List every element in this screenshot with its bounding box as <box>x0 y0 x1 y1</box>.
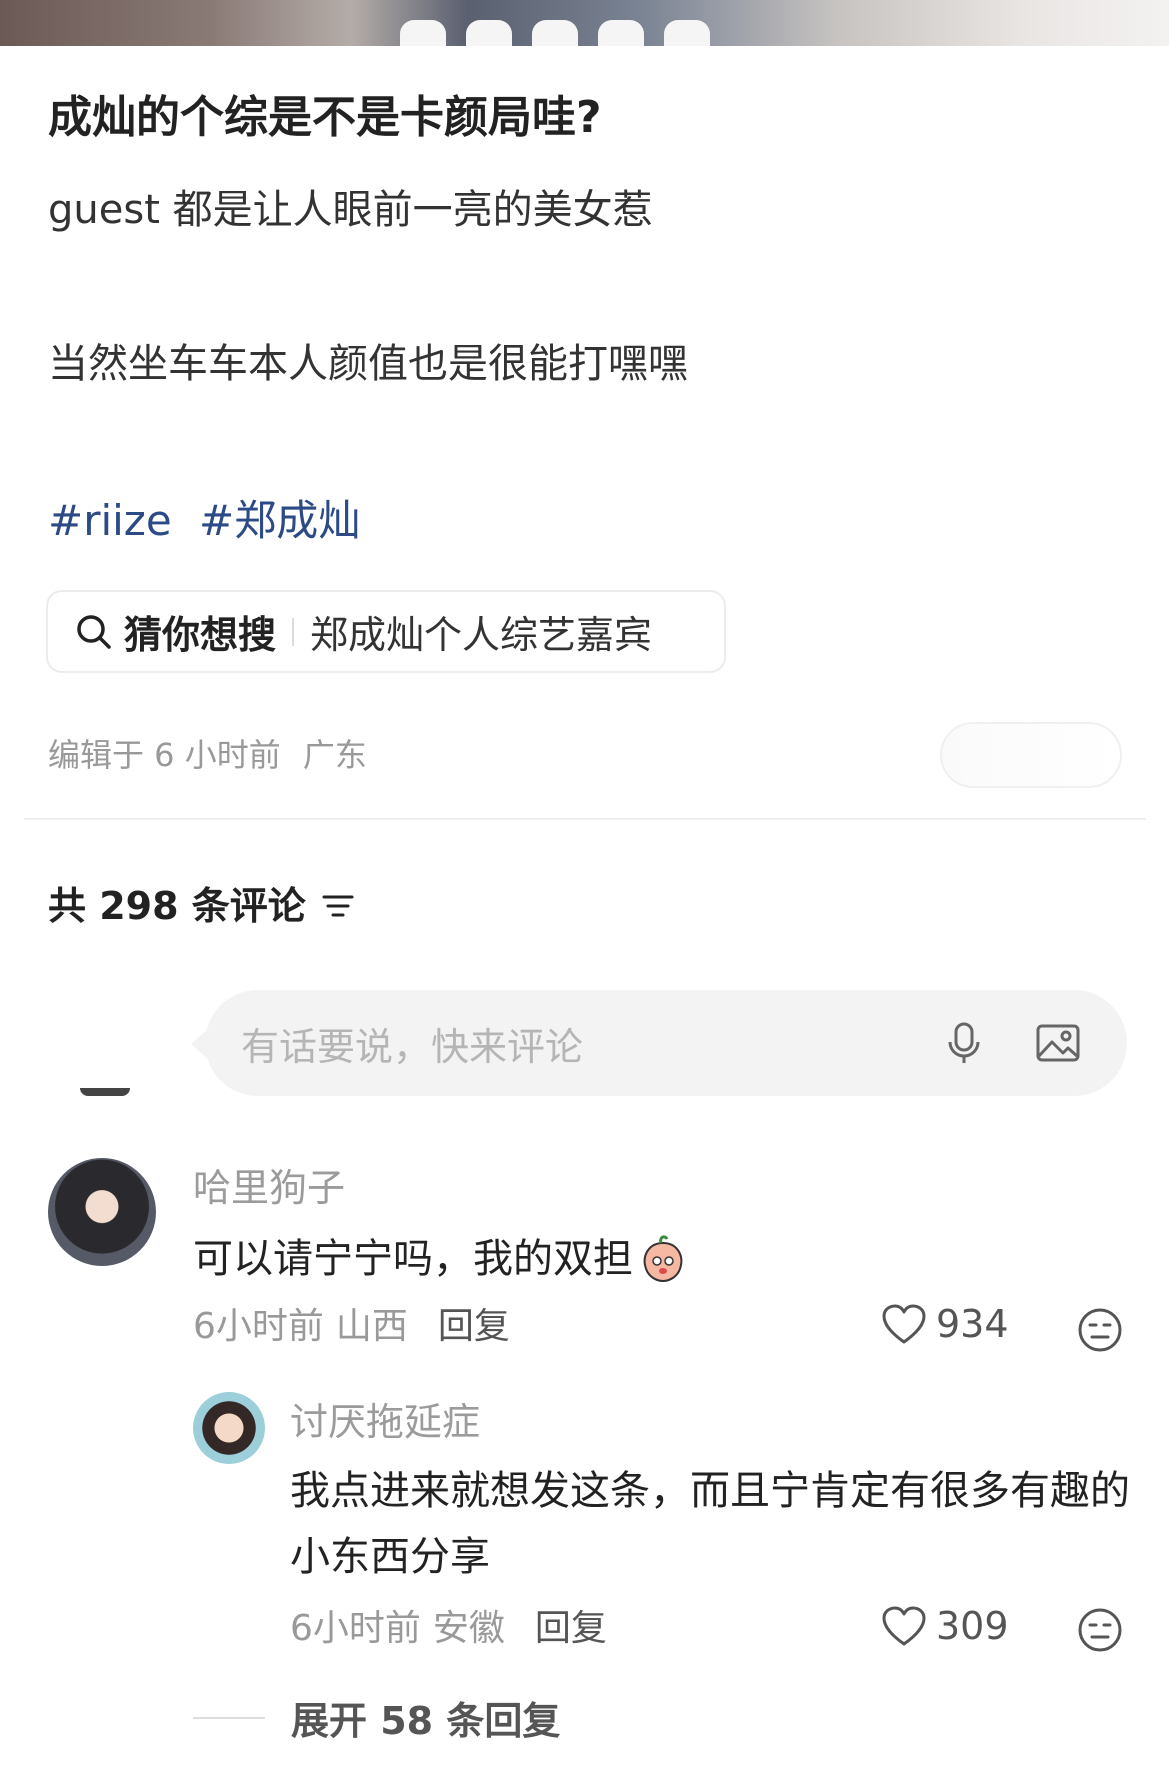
sort-icon[interactable] <box>318 886 358 926</box>
peach-sticker-icon <box>643 1235 683 1283</box>
post-body-line-1: guest 都是让人眼前一亮的美女惹 <box>48 187 653 233</box>
search-query-text: 郑成灿个人综艺嘉宾 <box>310 613 653 657</box>
like-count: 309 <box>936 1604 1009 1648</box>
avatar[interactable] <box>48 1158 156 1266</box>
blurred-action-pill[interactable] <box>940 722 1122 788</box>
comment-meta: 6小时前 山西 回复 <box>193 1302 510 1352</box>
comment-time: 6小时前 <box>290 1608 421 1649</box>
reply-button[interactable]: 回复 <box>535 1604 607 1654</box>
comment-count-label: 共 298 条评论 <box>48 884 306 928</box>
reply-button[interactable]: 回复 <box>438 1302 510 1352</box>
microphone-icon[interactable] <box>939 1018 989 1068</box>
comment-username[interactable]: 讨厌拖延症 <box>290 1396 480 1448</box>
comment-body: 我点进来就想发这条，而且宁肯定有很多有趣的小东西分享 <box>290 1468 1130 1580</box>
edit-time: 编辑于 6 小时前 <box>48 736 281 774</box>
post-body-line-2: 当然坐车车本人颜值也是很能打嘿嘿 <box>48 341 688 387</box>
comment-text: 可以请宁宁吗，我的双担 <box>193 1226 689 1292</box>
avatar[interactable] <box>193 1392 265 1464</box>
heart-icon <box>882 1606 926 1646</box>
comment-location: 安徽 <box>432 1608 505 1649</box>
dislike-face-icon[interactable] <box>1076 1606 1124 1654</box>
post-title: 成灿的个综是不是卡颜局哇? <box>48 92 602 143</box>
cover-image-strip <box>0 0 1169 46</box>
like-button[interactable]: 934 <box>880 1302 1009 1346</box>
chip-divider <box>292 617 295 646</box>
suggested-search-chip[interactable]: 猜你想搜 郑成灿个人综艺嘉宾 <box>46 590 726 673</box>
image-icon[interactable] <box>1033 1018 1083 1068</box>
comment-count-header: 共 298 条评论 <box>48 880 358 932</box>
expand-replies-button[interactable]: 展开 58 条回复 <box>193 1690 560 1745</box>
search-icon <box>77 614 111 649</box>
comment-time: 6小时前 <box>193 1306 324 1347</box>
current-user-avatar <box>80 1088 130 1096</box>
cover-image-lettering <box>400 20 760 46</box>
expand-replies-label: 展开 58 条回复 <box>291 1699 561 1743</box>
post-meta: 编辑于 6 小时前 广东 <box>48 733 367 777</box>
comment-meta: 6小时前 安徽 回复 <box>290 1604 607 1654</box>
search-hint-label: 猜你想搜 <box>124 613 277 657</box>
comment-body: 可以请宁宁吗，我的双担 <box>193 1236 633 1282</box>
dislike-face-icon[interactable] <box>1076 1306 1124 1354</box>
post-location: 广东 <box>302 736 367 774</box>
comment-input[interactable]: 有话要说，快来评论 <box>191 990 1127 1096</box>
comment-username[interactable]: 哈里狗子 <box>193 1162 345 1214</box>
tag-link[interactable]: #郑成灿 <box>199 496 360 545</box>
post-tags: #riize #郑成灿 <box>48 492 374 550</box>
like-count: 934 <box>936 1302 1009 1346</box>
comment-input-placeholder: 有话要说，快来评论 <box>241 1024 584 1069</box>
section-divider <box>24 818 1146 820</box>
comment-location: 山西 <box>335 1306 408 1347</box>
expand-divider <box>193 1716 265 1719</box>
tag-link[interactable]: #riize <box>48 496 172 545</box>
like-button[interactable]: 309 <box>880 1604 1009 1648</box>
heart-icon <box>882 1304 926 1344</box>
